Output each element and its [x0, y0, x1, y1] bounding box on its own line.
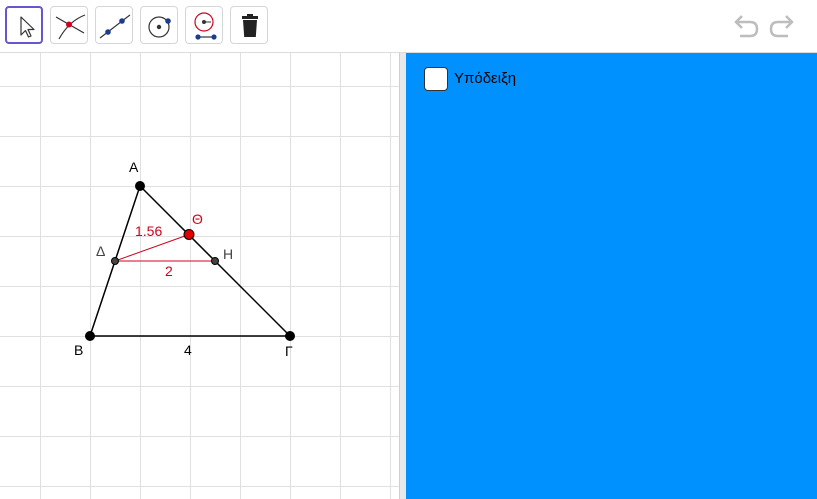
slider-tool-button[interactable]: [185, 6, 223, 44]
intersect-icon: [55, 14, 86, 40]
move-tool-button[interactable]: [5, 6, 43, 44]
geometry-canvas[interactable]: Α Β Γ Δ Η Θ 4 2 1.56: [0, 53, 399, 499]
line-tool-button[interactable]: [95, 6, 133, 44]
label-d: Δ: [96, 243, 105, 259]
point-h[interactable]: [211, 257, 219, 265]
point-d[interactable]: [111, 257, 119, 265]
redo-button[interactable]: [766, 10, 798, 42]
point-g[interactable]: [285, 331, 295, 341]
panel-divider[interactable]: [399, 53, 406, 499]
label-b: Β: [74, 342, 83, 358]
point-a[interactable]: [135, 181, 145, 191]
redo-icon: [769, 15, 794, 38]
circle-tool-button[interactable]: [140, 6, 178, 44]
label-a: Α: [129, 159, 139, 175]
hint-checkbox-label[interactable]: Υπόδειξη: [454, 70, 516, 87]
point-b[interactable]: [85, 331, 95, 341]
hint-checkbox[interactable]: [424, 67, 448, 91]
toolbar: [0, 0, 817, 53]
trash-icon: [242, 14, 258, 37]
label-bg-length: 4: [184, 342, 192, 358]
side-panel: Υπόδειξη: [406, 53, 817, 499]
label-dh-length: 2: [165, 263, 173, 279]
circle-center-icon: [148, 16, 171, 38]
point-th[interactable]: [183, 229, 195, 240]
undo-icon: [734, 15, 759, 38]
label-dth-length: 1.56: [135, 223, 162, 239]
label-g: Γ: [285, 343, 293, 359]
grid: [0, 53, 399, 499]
label-th: Θ: [192, 211, 203, 227]
label-h: Η: [223, 246, 233, 262]
undo-button[interactable]: [730, 10, 762, 42]
graphics-view[interactable]: Α Β Γ Δ Η Θ 4 2 1.56: [0, 53, 399, 499]
delete-tool-button[interactable]: [230, 6, 268, 44]
slider-circle-icon: [194, 12, 217, 40]
intersect-tool-button[interactable]: [50, 6, 88, 44]
line-icon: [99, 14, 131, 39]
arrow-cursor-icon: [20, 16, 35, 38]
